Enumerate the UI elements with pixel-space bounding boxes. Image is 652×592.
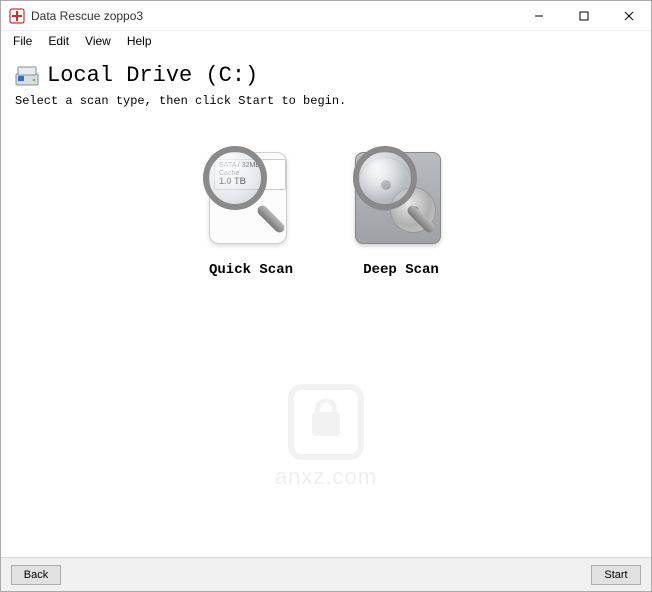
window-controls <box>516 1 651 30</box>
footer: Back Start <box>1 557 651 591</box>
drive-title: Local Drive (C:) <box>47 63 258 88</box>
quick-scan-label: Quick Scan <box>209 262 293 278</box>
magnifier-icon <box>203 146 293 236</box>
minimize-button[interactable] <box>516 1 561 30</box>
instruction-text: Select a scan type, then click Start to … <box>15 94 637 108</box>
titlebar: Data Rescue zoppo3 <box>1 1 651 31</box>
menu-help[interactable]: Help <box>119 32 160 50</box>
menu-edit[interactable]: Edit <box>40 32 77 50</box>
back-button[interactable]: Back <box>11 565 61 585</box>
close-button[interactable] <box>606 1 651 30</box>
deep-scan-option[interactable]: Deep Scan <box>336 144 466 564</box>
content-area: SATA / 32MB Cache 1.0 TB Quick Scan Deep… <box>1 114 651 564</box>
deep-scan-icon <box>341 144 461 254</box>
deep-scan-label: Deep Scan <box>363 262 439 278</box>
header: Local Drive (C:) Select a scan type, the… <box>1 51 651 114</box>
start-button[interactable]: Start <box>591 565 641 585</box>
quick-scan-icon: SATA / 32MB Cache 1.0 TB <box>191 144 311 254</box>
drive-icon <box>15 65 39 87</box>
menu-file[interactable]: File <box>5 32 40 50</box>
app-icon <box>9 8 25 24</box>
quick-scan-option[interactable]: SATA / 32MB Cache 1.0 TB Quick Scan <box>186 144 316 564</box>
window-title: Data Rescue zoppo3 <box>31 9 516 23</box>
menu-view[interactable]: View <box>77 32 119 50</box>
menubar: File Edit View Help <box>1 31 651 51</box>
maximize-button[interactable] <box>561 1 606 30</box>
magnifier-icon <box>353 146 443 236</box>
